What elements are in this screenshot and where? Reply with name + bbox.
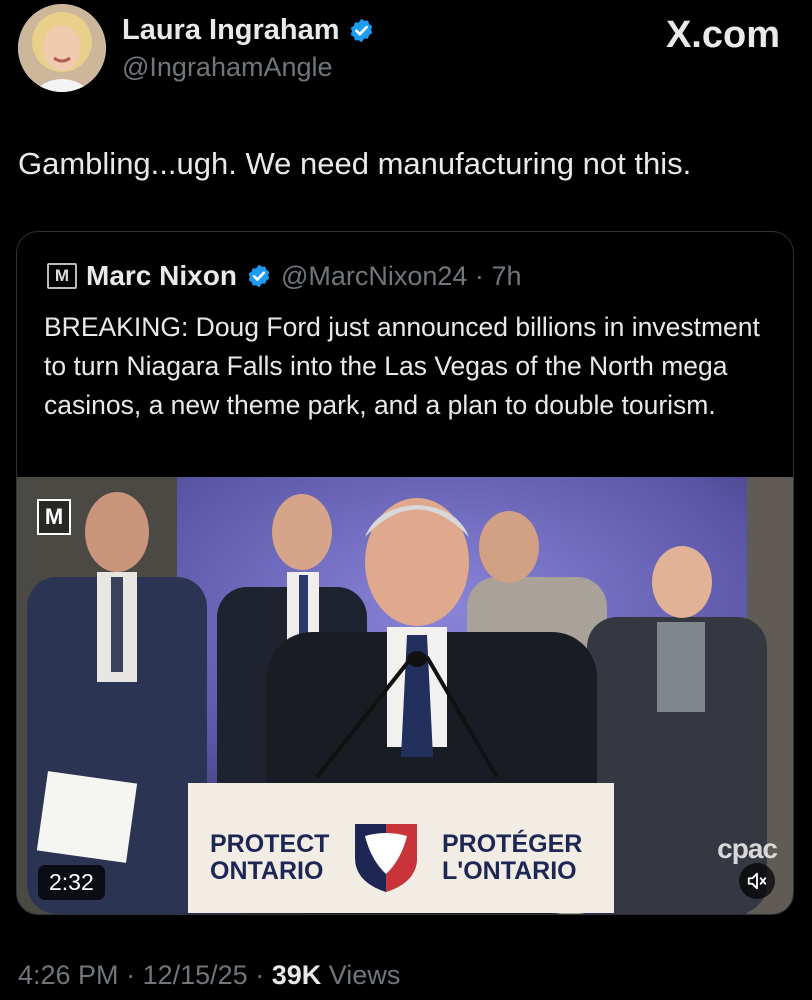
views-count: 39K	[271, 960, 322, 990]
author-name-row[interactable]: Laura Ingraham	[122, 14, 375, 47]
quoted-handle-text: @MarcNixon24	[280, 260, 468, 291]
views-label: Views	[328, 960, 401, 990]
podium-text-left: PROTECT ONTARIO	[210, 830, 330, 885]
quoted-avatar-logo[interactable]: M	[47, 263, 77, 289]
quoted-age: 7h	[491, 260, 522, 291]
video-player[interactable]: M PROTECT ONTARIO PROTÉGER L'ONTARIO 2:3…	[17, 477, 793, 914]
author-avatar[interactable]	[18, 4, 106, 92]
quoted-tweet-text: BREAKING: Doug Ford just announced billi…	[44, 312, 760, 420]
verified-badge-icon	[350, 18, 372, 43]
tweet-time[interactable]: 4:26 PM	[18, 960, 119, 990]
broadcaster-logo: cpac	[717, 833, 778, 864]
mute-button[interactable]	[739, 863, 775, 899]
verified-badge-icon	[248, 264, 270, 288]
quoted-author-name[interactable]: Marc Nixon	[86, 260, 237, 292]
brand-label: X.com	[665, 14, 780, 56]
quoted-logo-letter: M	[54, 266, 70, 285]
tweet-date[interactable]: 12/15/25	[143, 960, 248, 990]
speaker-muted-icon	[747, 872, 767, 890]
author-handle[interactable]: @IngrahamAngle	[122, 52, 333, 83]
quoted-author-handle[interactable]: @MarcNixon24 · 7h	[281, 261, 522, 292]
tweet-text: Gambling...ugh. We need manufacturing no…	[18, 146, 692, 181]
quoted-header: M Marc Nixon @MarcNixon24 · 7h	[47, 260, 521, 292]
tweet-meta: 4:26 PM · 12/15/25 · 39K Views	[18, 960, 400, 991]
podium-text-right: PROTÉGER L'ONTARIO	[442, 830, 583, 885]
author-name[interactable]: Laura Ingraham	[122, 14, 340, 47]
video-duration: 2:32	[38, 865, 105, 900]
podium-sign: PROTECT ONTARIO PROTÉGER L'ONTARIO	[188, 783, 614, 913]
shield-logo-icon	[355, 824, 417, 892]
quoted-separator: ·	[474, 260, 484, 291]
meta-separator: ·	[255, 960, 265, 990]
quoted-tweet-card[interactable]: M Marc Nixon @MarcNixon24 · 7h BREAKING:…	[16, 231, 794, 915]
meta-separator: ·	[126, 960, 136, 990]
watermark-logo: M	[37, 499, 71, 535]
watermark-letter: M	[44, 504, 64, 529]
